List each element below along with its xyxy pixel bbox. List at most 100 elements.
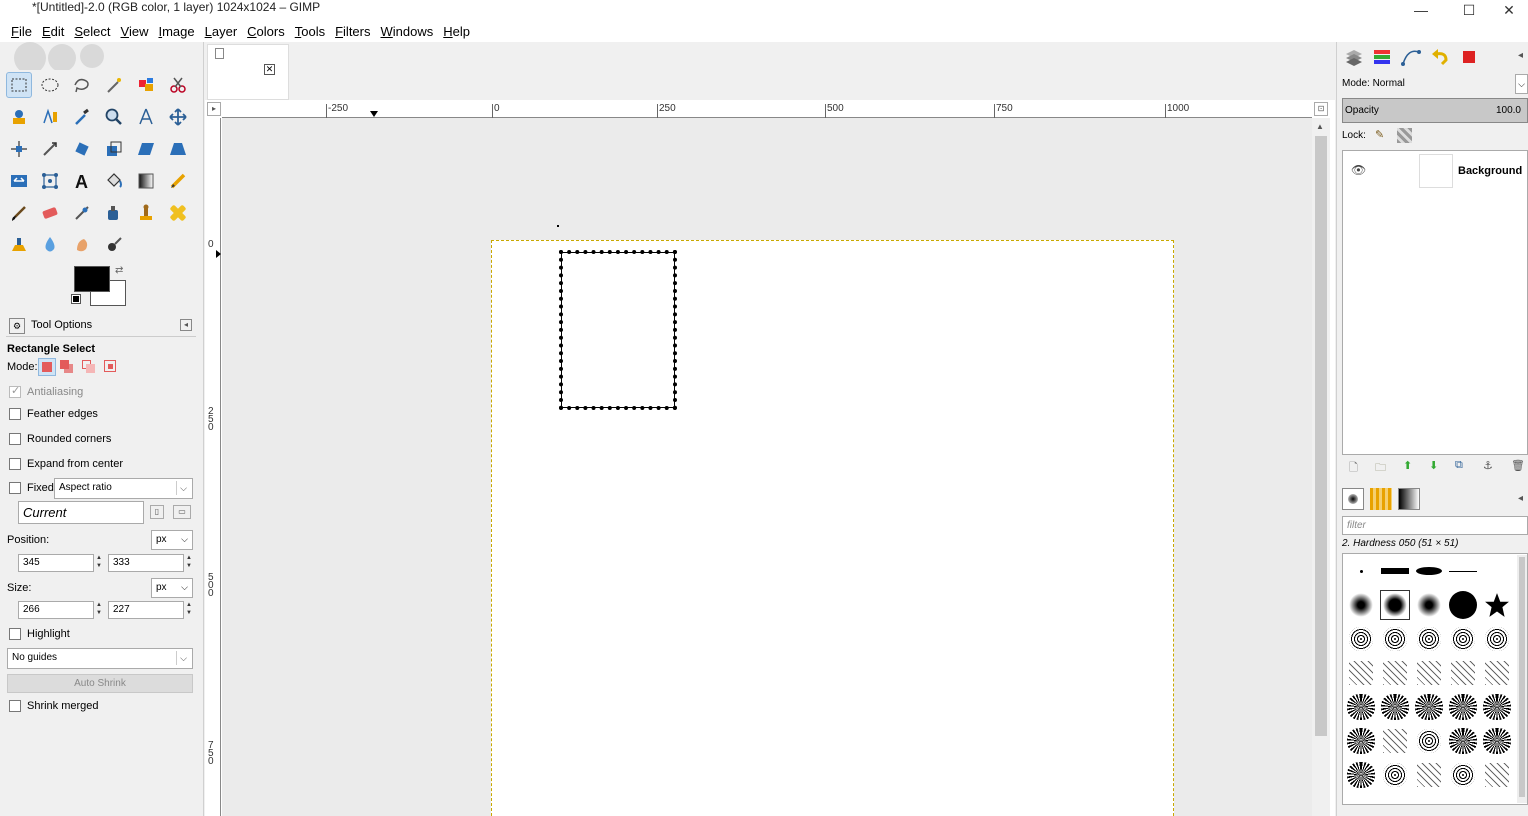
size-height-field[interactable]: 227 (108, 601, 184, 619)
raise-layer-icon[interactable]: ⬆ (1403, 459, 1412, 472)
brush-item[interactable] (1448, 692, 1478, 722)
mode-intersect-button[interactable] (104, 360, 118, 374)
airbrush-tool-icon[interactable] (69, 200, 95, 226)
dock-menu-icon[interactable]: ◂ (1518, 50, 1523, 61)
measure-tool-icon[interactable] (133, 104, 159, 130)
position-y-spinner[interactable]: ▲ ▼ (185, 554, 193, 572)
brush-item[interactable] (1346, 658, 1376, 688)
brush-item[interactable] (1414, 590, 1444, 620)
menu-tools[interactable]: Tools (290, 24, 330, 39)
brush-item[interactable] (1448, 726, 1478, 756)
duplicate-layer-icon[interactable]: ⧉ (1455, 459, 1463, 472)
text-tool-icon[interactable]: A (69, 168, 95, 194)
brush-item[interactable] (1414, 658, 1444, 688)
size-height-spinner[interactable]: ▲ ▼ (185, 601, 193, 619)
size-width-spinner[interactable]: ▲ ▼ (95, 601, 103, 619)
layer-mode-value[interactable]: Normal (1373, 78, 1405, 89)
perspective-tool-icon[interactable] (165, 136, 191, 162)
lock-pixels-icon[interactable]: ✎ (1375, 128, 1391, 144)
menu-windows[interactable]: Windows (376, 24, 439, 39)
free-select-tool-icon[interactable] (69, 72, 95, 98)
expand-from-center-checkbox[interactable] (9, 458, 21, 470)
aspect-current-field[interactable]: Current (18, 501, 144, 524)
chevron-down-icon[interactable]: ⌵ (1515, 74, 1528, 94)
ellipse-select-tool-icon[interactable] (37, 72, 63, 98)
close-tab-icon[interactable]: ✕ (264, 64, 275, 75)
portrait-icon[interactable]: ▯ (150, 505, 164, 519)
menu-edit[interactable]: Edit (37, 24, 69, 39)
position-y-field[interactable]: 333 (108, 554, 184, 572)
brush-item[interactable] (1346, 760, 1376, 790)
menu-colors[interactable]: Colors (242, 24, 290, 39)
flip-tool-icon[interactable] (6, 168, 32, 194)
crop-tool-icon[interactable] (37, 136, 63, 162)
menu-select[interactable]: Select (69, 24, 115, 39)
minimize-button[interactable]: — (1398, 0, 1444, 20)
heal-tool-icon[interactable] (165, 200, 191, 226)
eye-icon[interactable]: 👁 (1351, 163, 1366, 177)
brush-item[interactable] (1482, 624, 1512, 654)
brush-item[interactable] (1414, 624, 1444, 654)
fuzzy-select-tool-icon[interactable] (101, 72, 127, 98)
brush-item[interactable] (1448, 624, 1478, 654)
zoom-fit-icon[interactable]: ⊡ (1314, 102, 1328, 116)
size-width-field[interactable]: 266 (18, 601, 94, 619)
menu-help[interactable]: Help (438, 24, 475, 39)
feather-edges-checkbox[interactable] (9, 408, 21, 420)
brush-item[interactable] (1448, 556, 1478, 586)
brush-item[interactable] (1346, 692, 1376, 722)
channels-tab-icon[interactable] (1371, 46, 1393, 68)
scrollbar-thumb[interactable] (1315, 136, 1327, 736)
paths-tab-icon[interactable] (1400, 46, 1422, 68)
eraser-tool-icon[interactable] (37, 200, 63, 226)
position-unit-dropdown[interactable]: px ⌵ (151, 530, 193, 550)
brush-filter-input[interactable]: filter (1342, 516, 1528, 535)
close-button[interactable]: ✕ (1486, 0, 1528, 20)
menu-layer[interactable]: Layer (200, 24, 243, 39)
brushes-tab-icon[interactable] (1342, 488, 1364, 510)
brush-item[interactable] (1380, 760, 1410, 790)
cage-transform-tool-icon[interactable] (37, 168, 63, 194)
mode-replace-button[interactable] (38, 358, 56, 376)
antialiasing-checkbox[interactable]: ✓ (9, 385, 21, 398)
lock-alpha-icon[interactable] (1397, 128, 1412, 143)
scissors-select-tool-icon[interactable] (165, 72, 191, 98)
layer-group-icon[interactable]: 🗀 (1375, 459, 1386, 478)
lower-layer-icon[interactable]: ⬇ (1429, 459, 1438, 472)
delete-layer-icon[interactable]: 🗑 (1511, 459, 1525, 472)
brush-item[interactable] (1380, 590, 1410, 620)
menu-view[interactable]: View (116, 24, 154, 39)
brush-item[interactable] (1380, 658, 1410, 688)
color-picker-tool-icon[interactable] (69, 104, 95, 130)
default-colors-icon[interactable] (71, 294, 81, 304)
opacity-slider[interactable]: Opacity 100.0 (1342, 98, 1528, 123)
rectangle-selection[interactable] (559, 250, 677, 410)
brush-item[interactable] (1482, 726, 1512, 756)
brush-item[interactable] (1414, 760, 1444, 790)
patterns-tab-icon[interactable] (1370, 488, 1392, 510)
brush-item[interactable] (1346, 726, 1376, 756)
brush-item[interactable] (1346, 624, 1376, 654)
brush-item[interactable] (1380, 692, 1410, 722)
brush-item[interactable] (1482, 658, 1512, 688)
perspective-clone-tool-icon[interactable] (6, 232, 32, 258)
paths-tool-icon[interactable] (37, 104, 63, 130)
brushes-dock-menu-icon[interactable]: ◂ (1518, 493, 1523, 504)
menu-filters[interactable]: Filters (330, 24, 375, 39)
guides-dropdown[interactable]: No guides ⌵ (7, 648, 193, 669)
shear-tool-icon[interactable] (133, 136, 159, 162)
dodge-burn-tool-icon[interactable] (101, 232, 127, 258)
layer-row[interactable]: 👁 Background (1343, 151, 1528, 191)
position-x-spinner[interactable]: ▲ ▼ (95, 554, 103, 572)
brush-item[interactable] (1346, 590, 1376, 620)
anchor-layer-icon[interactable]: ⚓ (1483, 459, 1493, 472)
mode-add-button[interactable] (60, 360, 74, 374)
brush-scrollbar[interactable] (1517, 555, 1527, 803)
rounded-corners-checkbox[interactable] (9, 433, 21, 445)
brush-item[interactable] (1482, 760, 1512, 790)
gradient-tool-icon[interactable] (133, 168, 159, 194)
rotate-tool-icon[interactable] (69, 136, 95, 162)
tool-options-tab[interactable]: ⚙ Tool Options ◂ (6, 315, 196, 337)
select-by-color-tool-icon[interactable] (133, 72, 159, 98)
brush-item[interactable] (1380, 726, 1410, 756)
